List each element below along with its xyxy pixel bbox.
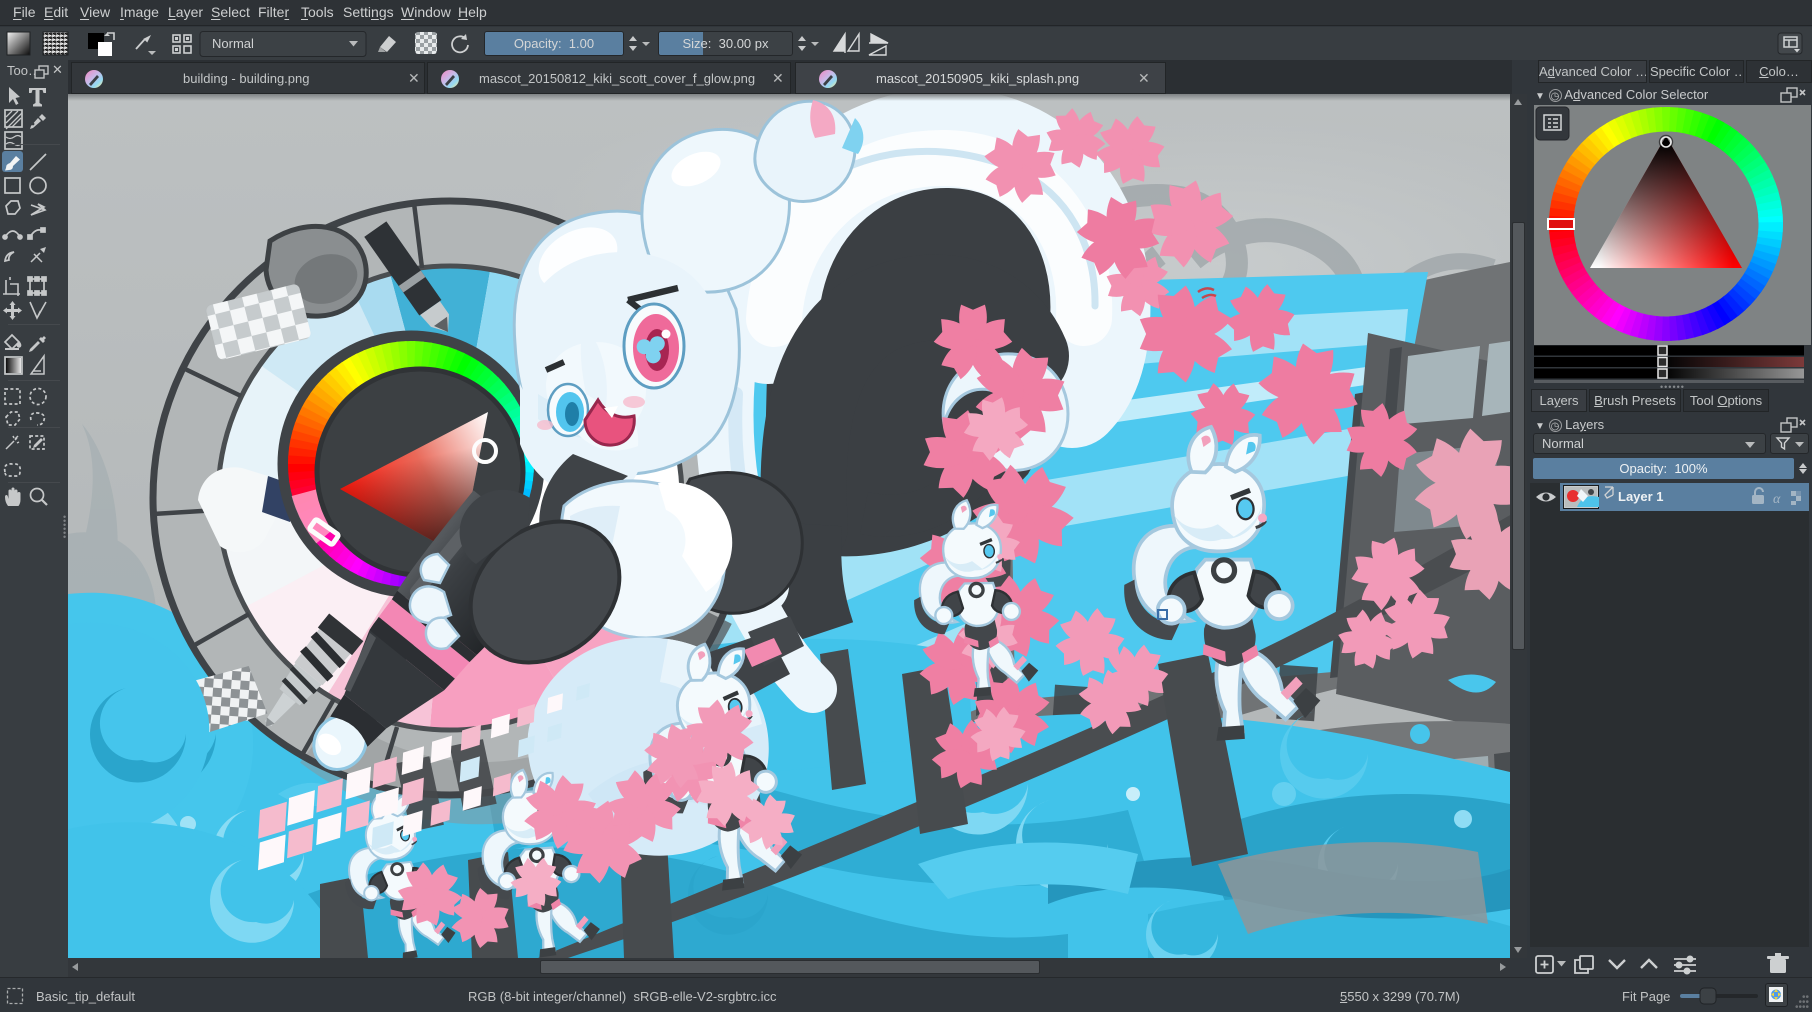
svg-text:α: α bbox=[1773, 492, 1781, 507]
svg-text:Normal: Normal bbox=[212, 36, 254, 51]
